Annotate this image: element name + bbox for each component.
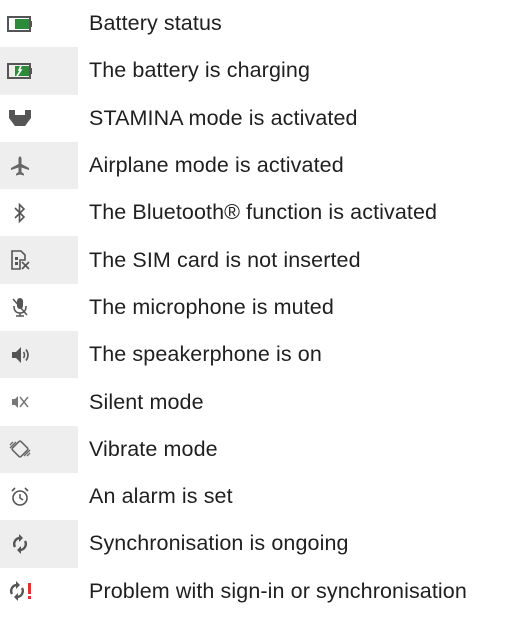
status-description: Silent mode xyxy=(89,389,204,414)
battery-status-icon xyxy=(6,10,34,38)
icon-cell xyxy=(0,47,78,95)
status-description: Battery status xyxy=(89,11,222,36)
status-description: Synchronisation is ongoing xyxy=(89,531,349,556)
status-row: Problem with sign-in or synchronisation xyxy=(0,568,532,615)
icon-cell xyxy=(0,425,78,473)
microphone-muted-icon xyxy=(6,293,34,321)
icon-cell xyxy=(0,331,78,379)
status-row: STAMINA mode is activated xyxy=(0,95,532,142)
icon-cell xyxy=(0,141,78,190)
icon-cell xyxy=(0,189,78,236)
speakerphone-icon xyxy=(6,341,34,369)
icon-cell xyxy=(0,473,78,520)
status-row: The microphone is muted xyxy=(0,284,532,331)
icon-cell xyxy=(0,520,78,568)
stamina-mode-icon xyxy=(6,104,34,132)
status-row: The battery is charging xyxy=(0,47,532,95)
status-row: Silent mode xyxy=(0,378,532,425)
vibrate-mode-icon xyxy=(6,435,34,463)
silent-mode-icon xyxy=(6,388,34,416)
status-row: Vibrate mode xyxy=(0,425,532,473)
icon-cell xyxy=(0,95,78,142)
status-description: STAMINA mode is activated xyxy=(89,105,358,130)
sync-problem-icon xyxy=(6,577,38,605)
status-description: The speakerphone is on xyxy=(89,342,322,367)
status-row: An alarm is set xyxy=(0,473,532,520)
status-description: Airplane mode is activated xyxy=(89,153,344,178)
sync-icon xyxy=(6,530,34,558)
alarm-icon xyxy=(6,483,34,511)
status-row: Airplane mode is activated xyxy=(0,141,532,190)
bluetooth-icon xyxy=(6,199,34,227)
status-row: The speakerphone is on xyxy=(0,331,532,379)
airplane-mode-icon xyxy=(6,152,34,180)
status-row: The SIM card is not inserted xyxy=(0,236,532,284)
icon-cell xyxy=(0,378,78,425)
status-description: The SIM card is not inserted xyxy=(89,247,361,272)
status-icon-table: Battery status The battery is charging S… xyxy=(0,0,532,615)
status-description: Problem with sign-in or synchronisation xyxy=(89,578,467,603)
status-description: An alarm is set xyxy=(89,484,233,509)
battery-charging-icon xyxy=(6,57,34,85)
sim-card-missing-icon xyxy=(6,246,34,274)
status-row: Synchronisation is ongoing xyxy=(0,520,532,568)
icon-cell xyxy=(0,236,78,284)
status-row: Battery status xyxy=(0,0,532,47)
status-description: The Bluetooth® function is activated xyxy=(89,200,438,225)
icon-cell xyxy=(0,284,78,331)
status-row: The Bluetooth® function is activated xyxy=(0,189,532,236)
icon-cell xyxy=(0,568,78,615)
status-description: The microphone is muted xyxy=(89,294,334,319)
icon-cell xyxy=(0,0,78,47)
status-description: Vibrate mode xyxy=(89,436,218,461)
status-description: The battery is charging xyxy=(89,58,310,83)
